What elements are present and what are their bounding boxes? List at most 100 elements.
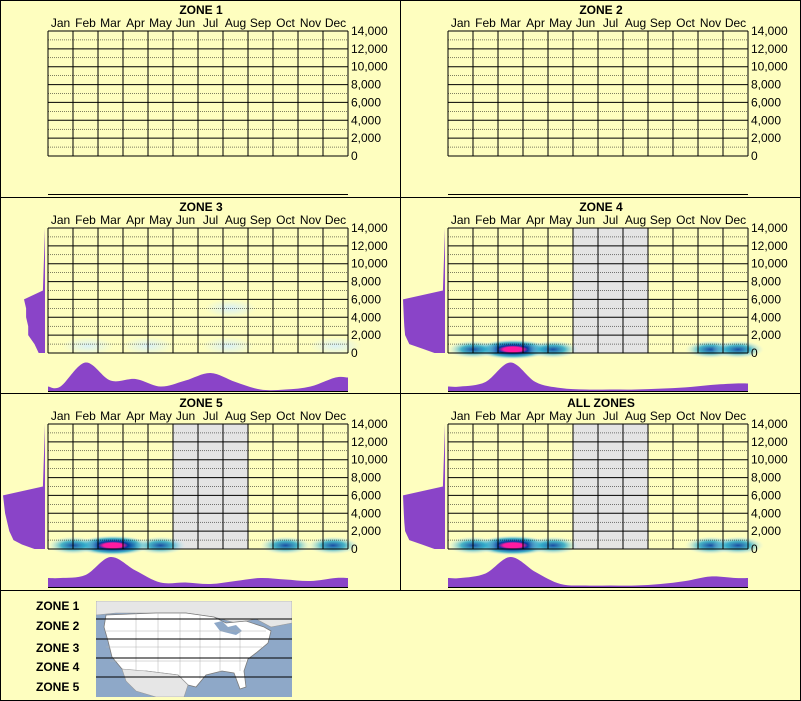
elevation-profile [3,424,45,549]
y-tick-label: 10,000 [351,60,388,74]
y-tick-label: 12,000 [751,239,788,253]
month-label: May [149,213,172,227]
month-label: Oct [676,16,695,30]
month-label: May [549,16,572,30]
density-hotspot [527,536,579,555]
month-label: Aug [225,213,246,227]
month-label: Apr [126,213,145,227]
y-tick-label: 10,000 [351,453,388,467]
month-label: Jun [576,16,595,30]
month-label: Mar [100,213,121,227]
month-label: Jul [603,16,618,30]
month-label: Feb [75,409,96,423]
month-label: Oct [276,16,295,30]
month-label: Mar [500,16,521,30]
y-tick-label: 4,000 [351,506,381,520]
monthly-profile [448,556,748,587]
y-tick-label: 4,000 [751,310,781,324]
month-label: Aug [625,16,646,30]
month-label: Sep [650,16,672,30]
month-label: Sep [650,213,672,227]
y-tick-label: 6,000 [351,488,381,502]
month-label: Apr [526,213,545,227]
month-label: Apr [126,16,145,30]
y-tick-label: 10,000 [351,257,388,271]
density-hotspot [259,536,312,555]
y-tick-label: 2,000 [751,524,781,538]
y-tick-label: 0 [751,346,758,360]
y-tick-label: 14,000 [751,417,788,431]
month-label: Jun [576,409,595,423]
zone-legend: ZONE 1 ZONE 2 ZONE 3 ZONE 4 ZONE 5 [0,590,801,701]
month-label: Jun [176,213,195,227]
month-label: Dec [325,213,346,227]
month-label: Feb [475,16,496,30]
month-label: May [149,16,172,30]
y-tick-label: 14,000 [351,417,388,431]
month-label: Nov [300,16,321,30]
month-label: Jan [451,16,470,30]
zone-2-panel: ZONE 2 Jan Feb Mar Apr May Jun Jul Aug Sep Oct Nov D… [400,0,801,198]
zone-5-title: ZONE 5 [179,396,223,410]
y-tick-label: 12,000 [751,42,788,56]
elevation-profile [403,424,445,549]
y-tick-label: 2,000 [351,524,381,538]
zone-3-panel: ZONE 3 Jan Feb Mar Apr May Jun Jul Aug Sep Oct Nov D… [0,197,401,395]
month-label: Jun [576,213,595,227]
y-tick-label: 8,000 [351,78,381,92]
y-tick-label: 4,000 [351,310,381,324]
month-label: Jun [176,16,195,30]
zone-1-panel: ZONE 1 Jan Feb Mar Apr May Jun Jul Aug Sep Oct Nov D… [0,0,401,198]
y-tick-label: 12,000 [351,435,388,449]
monthly-profile [48,362,348,391]
y-tick-label: 0 [751,149,758,163]
month-label: May [149,409,172,423]
month-label: Nov [300,213,321,227]
y-tick-label: 6,000 [351,95,381,109]
month-label: Jul [203,213,218,227]
legend-zone-5-label: ZONE 5 [36,680,80,694]
monthly-profile [48,556,348,587]
month-label: Feb [475,409,496,423]
density-hotspot [62,336,114,355]
y-tick-label: 0 [351,542,358,556]
zone-3-chart: ZONE 3 Jan Feb Mar Apr May Jun Jul Aug Sep Oct Nov D… [24,200,388,392]
zone-1-title: ZONE 1 [179,3,223,17]
legend-zone-2-label: ZONE 2 [36,619,80,633]
month-label: Aug [225,16,246,30]
density-hotspot [134,536,187,555]
y-tick-label: 6,000 [751,488,781,502]
month-label: Mar [100,409,121,423]
month-label: Jul [203,409,218,423]
y-tick-label: 8,000 [751,275,781,289]
all-zones-title: ALL ZONES [567,396,635,410]
density-hotspot [527,340,579,359]
zone-2-chart: ZONE 2 Jan Feb Mar Apr May Jun Jul Aug Sep Oct Nov D… [447,3,788,195]
month-label: Sep [650,409,672,423]
month-label: Aug [625,213,646,227]
month-label: Sep [250,213,272,227]
month-label: Dec [725,409,746,423]
y-tick-label: 14,000 [751,221,788,235]
zone-5-panel: ZONE 5 Jan Feb Mar Apr May Jun Jul Aug Sep Oct Nov D… [0,393,401,591]
density-hotspot [202,336,254,355]
month-label: Jan [51,409,70,423]
month-label: Dec [725,16,746,30]
month-label: Apr [526,409,545,423]
month-label: May [549,213,572,227]
y-tick-label: 8,000 [751,471,781,485]
month-label: Oct [276,409,295,423]
y-tick-label: 14,000 [351,221,388,235]
monthly-profile [448,362,748,391]
zone-2-title: ZONE 2 [579,3,623,17]
y-tick-label: 4,000 [751,506,781,520]
zone-4-panel: ZONE 4 Jan Feb Mar Apr May Jun Jul Aug Sep Oct Nov D… [400,197,801,395]
month-label: Sep [250,16,272,30]
month-label: Dec [725,213,746,227]
zone-4-chart: ZONE 4 Jan Feb Mar Apr May Jun Jul Aug Sep Oct Nov D… [403,200,788,392]
y-tick-label: 6,000 [751,95,781,109]
y-tick-label: 2,000 [351,131,381,145]
y-tick-label: 2,000 [351,328,381,342]
month-label: Jun [176,409,195,423]
y-tick-label: 12,000 [351,42,388,56]
